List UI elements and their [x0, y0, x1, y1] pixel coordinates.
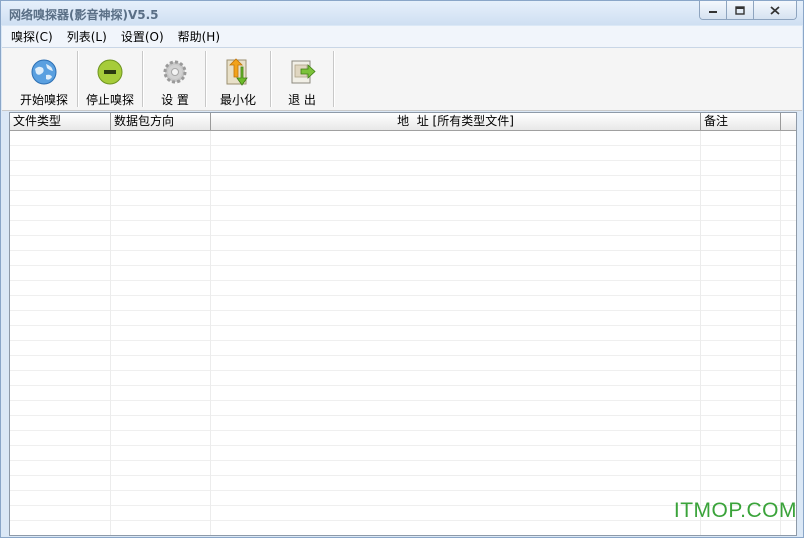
exit-icon	[286, 56, 318, 87]
exit-label: 退 出	[288, 93, 316, 107]
minimize-window-button[interactable]	[700, 1, 726, 19]
column-notes[interactable]: 备注	[701, 113, 781, 130]
toolbar-separator	[77, 51, 78, 107]
watermark-text: ITMOP.COM	[673, 499, 797, 522]
stop-icon	[94, 56, 126, 87]
close-icon	[770, 5, 780, 15]
menu-bar: 嗅探(C) 列表(L) 设置(O) 帮助(H)	[2, 26, 802, 48]
column-file-type[interactable]: 文件类型	[10, 113, 111, 130]
app-window: 网络嗅探器(影音神探)V5.5 嗅探(C) 列表(L) 设置(O) 帮助(H)	[0, 0, 804, 538]
title-bar[interactable]: 网络嗅探器(影音神探)V5.5	[1, 1, 803, 25]
minimize-icon	[709, 11, 717, 13]
menu-sniff[interactable]: 嗅探(C)	[6, 27, 58, 47]
menu-list[interactable]: 列表(L)	[62, 27, 112, 47]
column-packet-direction[interactable]: 数据包方向	[111, 113, 211, 130]
list-header: 文件类型 数据包方向 地 址 [所有类型文件] 备注	[10, 113, 796, 131]
toolbar-separator	[205, 51, 206, 107]
toolbar-separator	[142, 51, 143, 107]
globe-icon	[28, 56, 60, 87]
minimize-to-tray-icon	[222, 56, 254, 87]
list-body[interactable]	[10, 131, 796, 535]
gear-icon	[159, 56, 191, 87]
maximize-icon	[735, 5, 745, 15]
menu-help[interactable]: 帮助(H)	[173, 27, 225, 47]
exit-button[interactable]: 退 出	[272, 50, 332, 108]
close-window-button[interactable]	[753, 1, 796, 19]
start-sniff-label: 开始嗅探	[19, 93, 68, 107]
minimize-button[interactable]: 最小化	[207, 50, 269, 108]
toolbar-separator	[270, 51, 271, 107]
minimize-label: 最小化	[219, 93, 256, 107]
menu-settings[interactable]: 设置(O)	[116, 27, 169, 47]
settings-button[interactable]: 设 置	[144, 50, 206, 108]
column-filler	[781, 113, 796, 130]
column-address[interactable]: 地 址 [所有类型文件]	[211, 113, 701, 130]
toolbar: 开始嗅探 停止嗅探 设 置 最小化 退 出	[2, 48, 802, 111]
maximize-window-button[interactable]	[726, 1, 753, 19]
stop-sniff-label: 停止嗅探	[85, 93, 134, 107]
capture-list[interactable]: 文件类型 数据包方向 地 址 [所有类型文件] 备注	[9, 112, 797, 536]
settings-label: 设 置	[161, 93, 189, 107]
window-title: 网络嗅探器(影音神探)V5.5	[9, 8, 159, 22]
window-controls	[699, 1, 797, 20]
stop-sniff-button[interactable]: 停止嗅探	[79, 50, 141, 108]
start-sniff-button[interactable]: 开始嗅探	[12, 50, 76, 108]
toolbar-separator	[333, 51, 334, 107]
